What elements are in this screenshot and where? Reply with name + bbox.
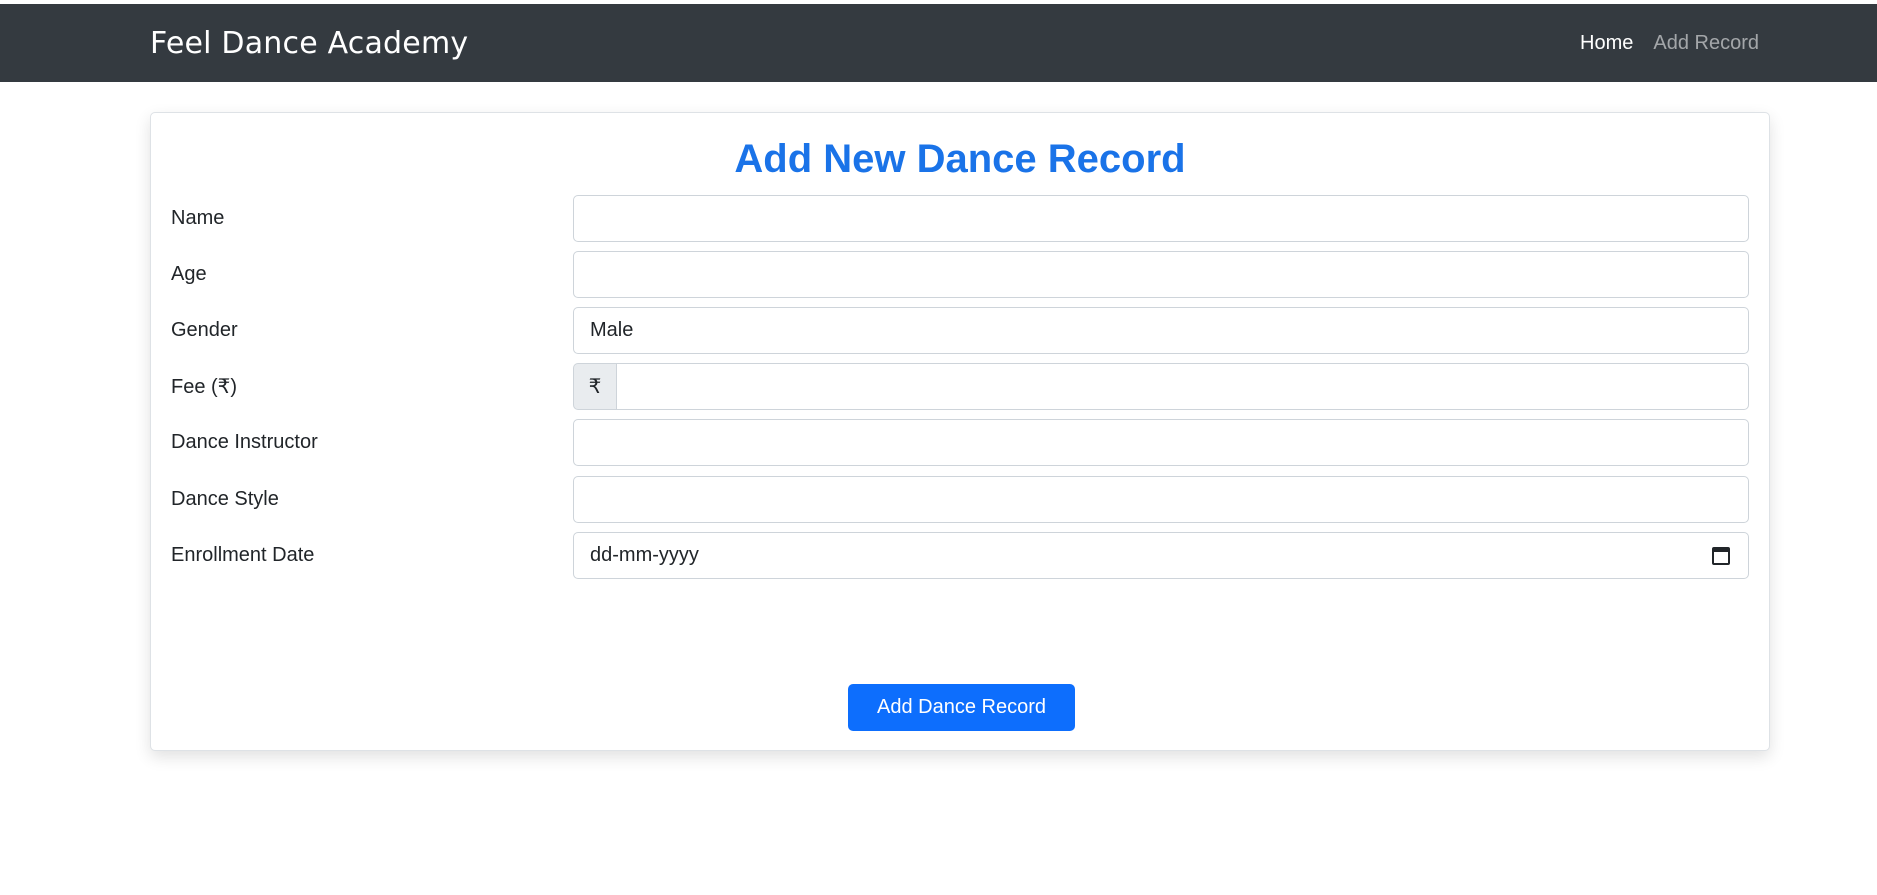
instructor-label: Dance Instructor — [171, 431, 318, 453]
age-row: Age — [171, 251, 1749, 298]
age-input-box[interactable] — [573, 251, 1749, 298]
instructor-row: Dance Instructor — [171, 419, 1749, 466]
style-input[interactable] — [590, 487, 1732, 512]
nav-links: Home Add Record — [1580, 32, 1759, 55]
enrollment-date-input[interactable]: dd-mm-yyyy — [573, 532, 1749, 579]
name-row: Name — [171, 195, 1749, 242]
calendar-icon[interactable] — [1712, 546, 1730, 565]
name-label: Name — [171, 207, 225, 229]
fee-input[interactable] — [633, 374, 1732, 399]
style-row: Dance Style — [171, 476, 1749, 523]
enrollment-row: Enrollment Date dd-mm-yyyy — [171, 532, 1749, 579]
age-label: Age — [171, 263, 207, 285]
gender-select[interactable]: Male — [573, 307, 1749, 354]
name-input-box[interactable] — [573, 195, 1749, 242]
style-label: Dance Style — [171, 488, 279, 510]
nav-add-record-link[interactable]: Add Record — [1653, 32, 1759, 55]
brand-logo-text[interactable]: Feel Dance Academy — [150, 26, 468, 61]
fee-input-group: ₹ — [573, 363, 1749, 410]
fee-input-box[interactable] — [616, 363, 1749, 410]
rupee-prefix: ₹ — [573, 363, 616, 410]
navbar: Feel Dance Academy Home Add Record — [0, 4, 1877, 82]
nav-home-link[interactable]: Home — [1580, 32, 1633, 55]
instructor-input-box[interactable] — [573, 419, 1749, 466]
style-input-box[interactable] — [573, 476, 1749, 523]
gender-row: Gender Male — [171, 307, 1749, 354]
add-record-card: Add New Dance Record Name Age Gender Mal… — [150, 112, 1770, 751]
fee-label: Fee (₹) — [171, 376, 238, 398]
instructor-input[interactable] — [590, 430, 1732, 455]
name-input[interactable] — [590, 206, 1732, 231]
enrollment-label: Enrollment Date — [171, 544, 315, 566]
gender-selected-value: Male — [590, 319, 634, 341]
page-title: Add New Dance Record — [734, 137, 1186, 181]
fee-row: Fee (₹) ₹ — [171, 363, 1749, 410]
age-input[interactable] — [590, 262, 1732, 287]
enrollment-date-placeholder: dd-mm-yyyy — [590, 544, 699, 566]
add-dance-record-button[interactable]: Add Dance Record — [848, 684, 1075, 731]
gender-label: Gender — [171, 319, 238, 341]
